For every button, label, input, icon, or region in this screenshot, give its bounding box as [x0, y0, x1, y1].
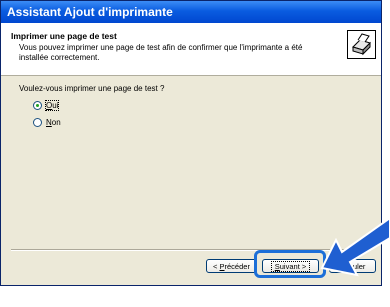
next-button-highlight: [254, 250, 326, 278]
radio-option-no[interactable]: Non: [33, 117, 61, 128]
printer-icon: [347, 30, 376, 59]
title-bar[interactable]: Assistant Ajout d'imprimante: [1, 1, 381, 23]
radio-yes-circle[interactable]: [33, 101, 42, 110]
radio-no-label[interactable]: Non: [46, 118, 61, 127]
radio-no-circle[interactable]: [33, 118, 42, 127]
wizard-header: Imprimer une page de test Vous pouvez im…: [1, 23, 381, 76]
back-button[interactable]: < Précéder: [206, 259, 257, 273]
radio-option-yes[interactable]: Oui: [33, 100, 60, 111]
cancel-button[interactable]: Annuler: [329, 259, 376, 273]
radio-yes-label[interactable]: Oui: [44, 100, 60, 111]
test-page-question: Voulez-vous imprimer une page de test ?: [19, 84, 165, 93]
page-title: Imprimer une page de test: [11, 31, 117, 41]
add-printer-wizard-window: Assistant Ajout d'imprimante Imprimer un…: [0, 0, 382, 286]
page-description: Vous pouvez imprimer une page de test af…: [19, 43, 303, 62]
window-title: Assistant Ajout d'imprimante: [7, 5, 173, 19]
